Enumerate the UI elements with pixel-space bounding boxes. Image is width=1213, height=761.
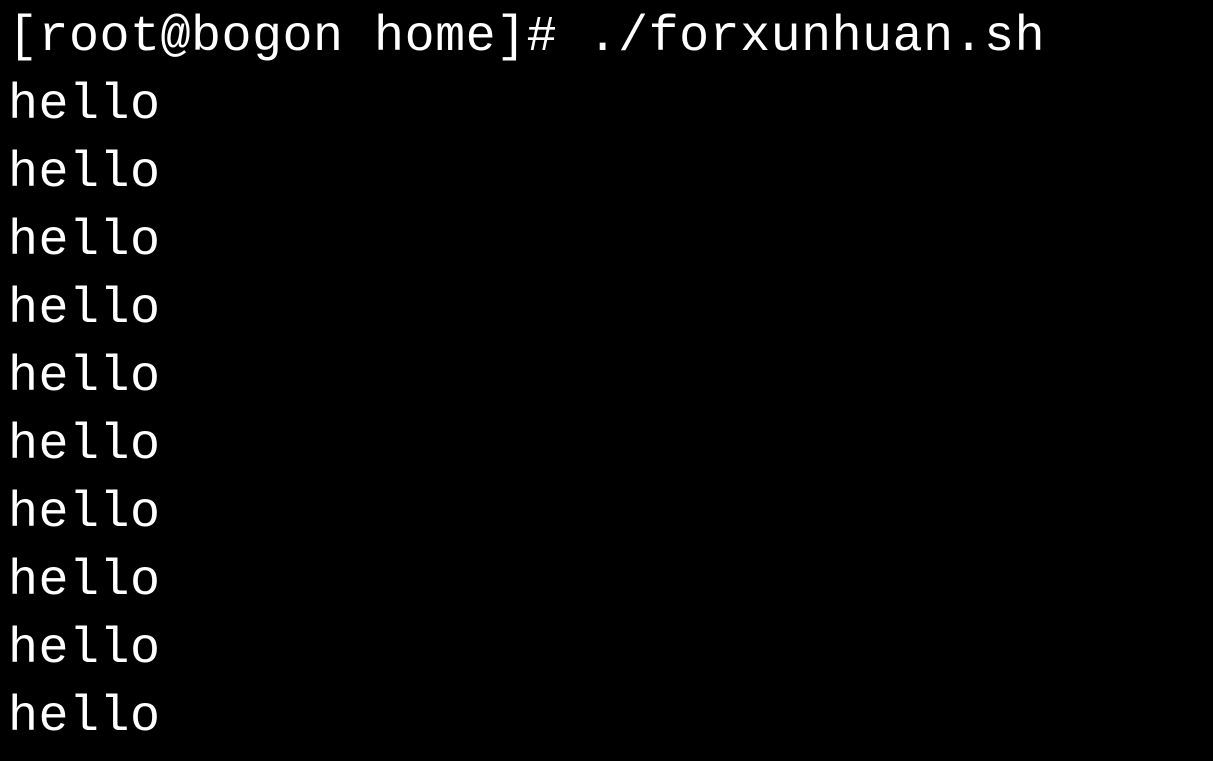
terminal-output-line: hello	[8, 140, 1205, 208]
terminal-output-line: hello	[8, 684, 1205, 752]
terminal-output-line: hello	[8, 480, 1205, 548]
shell-prompt: [root@bogon home]#	[8, 9, 588, 66]
terminal-output-line: hello	[8, 344, 1205, 412]
terminal-output-line: hello	[8, 548, 1205, 616]
terminal-output-line: hello	[8, 276, 1205, 344]
terminal-output-line: hello	[8, 208, 1205, 276]
terminal-prompt-line: [root@bogon home]# ./forxunhuan.sh	[8, 4, 1205, 72]
terminal-output-line: hello	[8, 616, 1205, 684]
terminal-output-line: hello	[8, 412, 1205, 480]
terminal-output-line: hello	[8, 72, 1205, 140]
shell-command[interactable]: ./forxunhuan.sh	[588, 9, 1046, 66]
